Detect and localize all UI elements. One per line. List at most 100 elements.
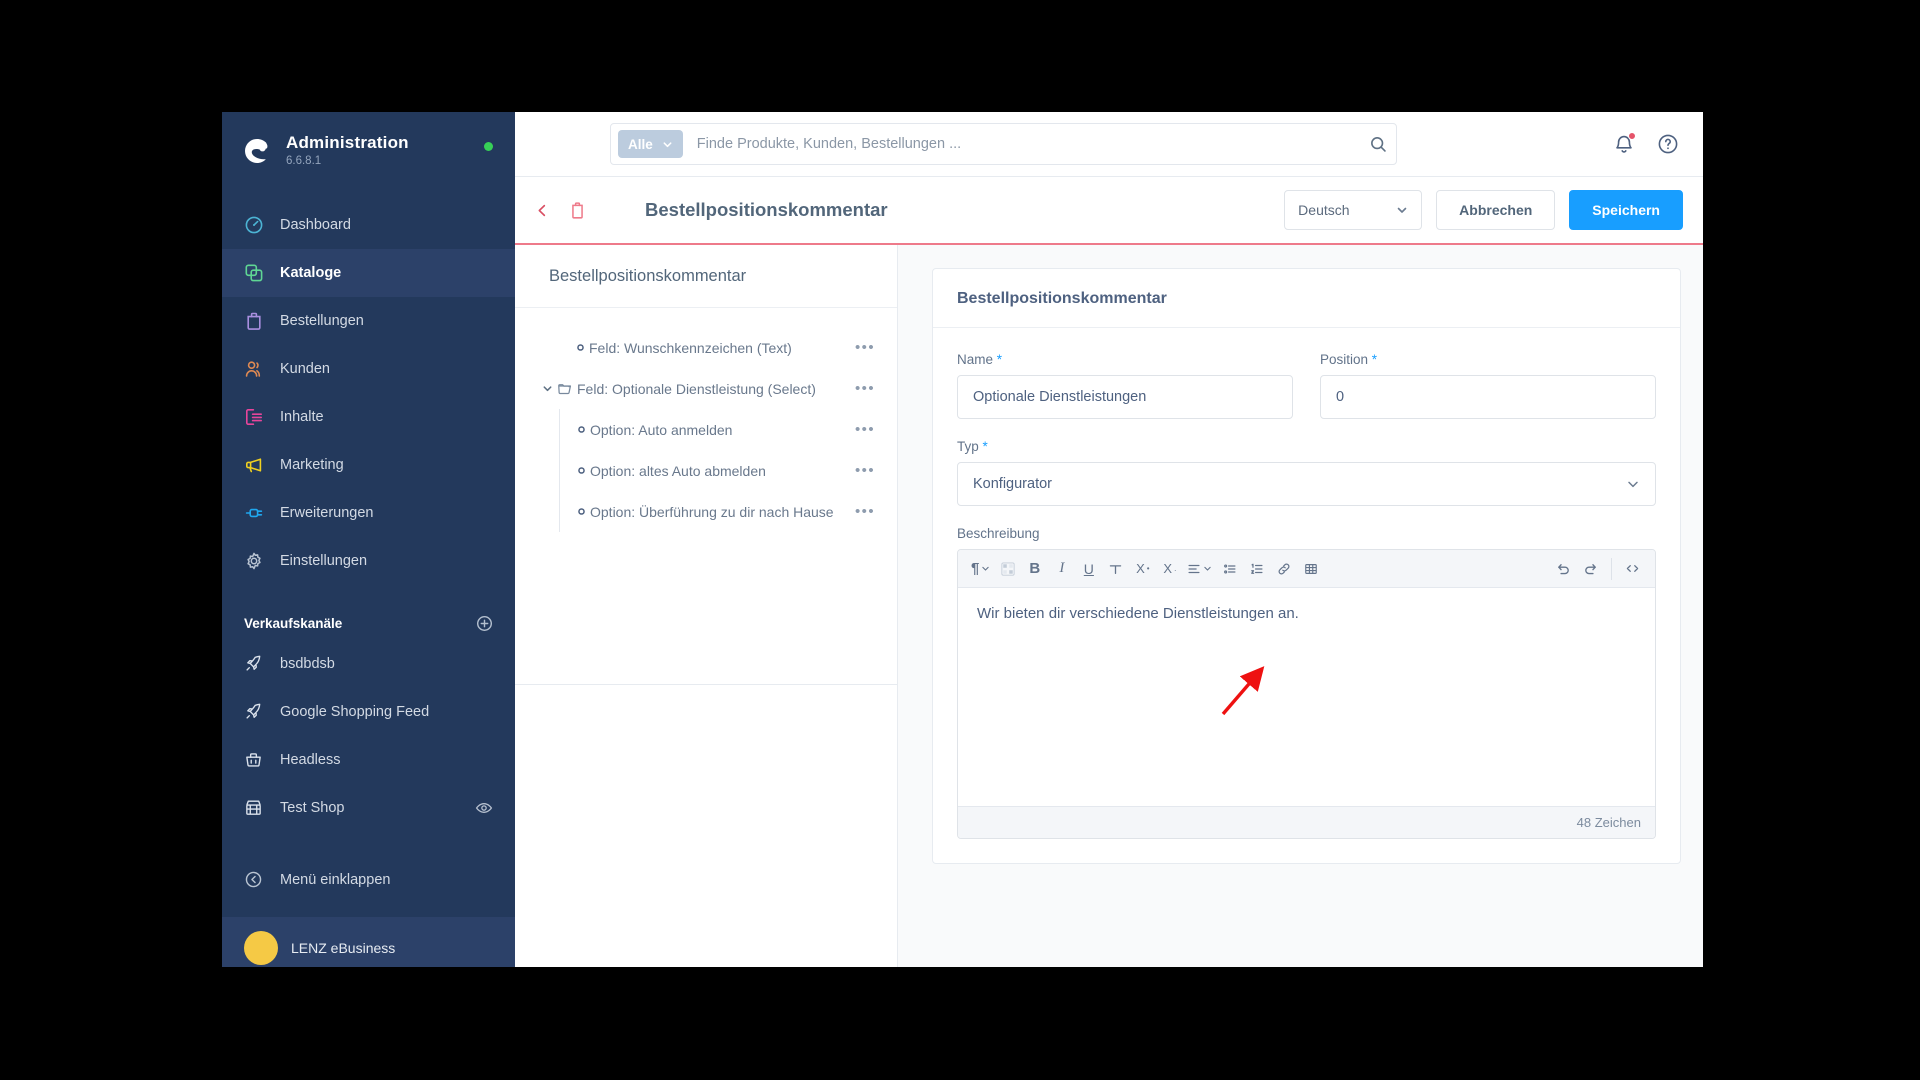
main-content: Alle Finde Produkte, Kunden, Bestellunge… [515, 112, 1703, 967]
search-scope-label: Alle [628, 136, 653, 152]
sidebar-user-profile[interactable]: LENZ eBusiness [222, 917, 515, 967]
chevron-down-icon[interactable] [539, 383, 555, 394]
chevron-down-icon [1397, 207, 1407, 213]
tree-item-context-menu[interactable]: ••• [839, 503, 875, 520]
subscript-icon[interactable]: X. [1157, 555, 1182, 582]
tree-panel: Bestellpositionskommentar Feld: Wunschke… [515, 245, 898, 967]
position-field-group: Position * [1320, 352, 1656, 419]
sidebar-item-dashboard[interactable]: Dashboard [222, 201, 515, 249]
numbered-list-icon[interactable] [1244, 555, 1269, 582]
search-input[interactable] [682, 136, 1369, 152]
sidebar-item-label: Dashboard [280, 217, 351, 234]
save-button[interactable]: Speichern [1569, 190, 1683, 230]
card-body: Name * Position * [933, 328, 1680, 863]
name-field-group: Name * [957, 352, 1293, 419]
global-search[interactable]: Alle [610, 123, 1397, 165]
tree-item-feld-wunschkennzeichen[interactable]: Feld: Wunschkennzeichen (Text) ••• [515, 327, 897, 368]
cancel-button[interactable]: Abbrechen [1436, 190, 1556, 230]
orders-icon [244, 311, 264, 331]
chevron-down-icon [1628, 481, 1638, 488]
required-marker: * [982, 439, 988, 454]
shopware-logo-icon [242, 136, 272, 166]
search-scope-dropdown[interactable]: Alle [618, 130, 683, 158]
sidebar-item-erweiterungen[interactable]: Erweiterungen [222, 489, 515, 537]
tree-item-context-menu[interactable]: ••• [839, 380, 875, 397]
tree-item-label: Feld: Optionale Dienstleistung (Select) [577, 380, 816, 397]
italic-icon[interactable]: I [1049, 555, 1074, 582]
sidebar-item-test-shop[interactable]: Test Shop [222, 784, 515, 832]
chevron-down-icon [982, 566, 990, 571]
brand-version: 6.6.8.1 [286, 154, 322, 167]
node-bullet-icon [571, 343, 589, 352]
name-label: Name * [957, 352, 1293, 367]
sidebar-item-einstellungen[interactable]: Einstellungen [222, 537, 515, 585]
sidebar-item-kataloge[interactable]: Kataloge [222, 249, 515, 298]
tree-item-label: Option: Auto anmelden [590, 421, 733, 438]
help-icon[interactable] [1657, 133, 1679, 155]
link-icon[interactable] [1271, 555, 1296, 582]
position-input[interactable] [1320, 375, 1656, 419]
tree-item-feld-optionale-dienstleistung[interactable]: Feld: Optionale Dienstleistung (Select) … [515, 368, 897, 409]
text-color-icon[interactable] [995, 555, 1020, 582]
table-icon[interactable] [1298, 555, 1323, 582]
superscript-icon[interactable]: X • [1130, 555, 1155, 582]
paragraph-style-dropdown[interactable]: ¶ [968, 555, 993, 582]
sidebar-item-label: Kataloge [280, 265, 342, 282]
sidebar-item-label: Menü einklappen [280, 872, 391, 889]
sidebar-item-inhalte[interactable]: Inhalte [222, 393, 515, 441]
bold-icon[interactable]: B [1022, 555, 1047, 582]
undo-icon[interactable] [1551, 555, 1576, 582]
marketing-icon [244, 455, 264, 475]
status-dot [484, 142, 493, 151]
tree-item-context-menu[interactable]: ••• [839, 421, 875, 438]
sidebar-item-headless[interactable]: Headless [222, 736, 515, 784]
language-select[interactable]: Deutsch [1284, 190, 1423, 230]
character-count: 48 Zeichen [958, 806, 1655, 838]
app-window: Administration 6.6.8.1 Dashboard Katalog… [222, 112, 1703, 967]
add-sales-channel-icon[interactable] [476, 615, 493, 632]
sidebar-item-bsdbdsb[interactable]: bsdbdsb [222, 640, 515, 688]
sidebar-item-label: bsdbdsb [280, 656, 335, 673]
sidebar-item-kunden[interactable]: Kunden [222, 345, 515, 393]
sidebar-item-marketing[interactable]: Marketing [222, 441, 515, 489]
dashboard-icon [244, 215, 264, 235]
editor-content[interactable]: Wir bieten dir verschiedene Dienstleistu… [958, 588, 1655, 806]
strikethrough-icon[interactable] [1103, 555, 1128, 582]
redo-icon[interactable] [1578, 555, 1603, 582]
clipboard-icon[interactable] [568, 201, 587, 220]
node-bullet-icon [572, 425, 590, 434]
underline-icon[interactable]: U [1076, 555, 1101, 582]
name-input[interactable] [957, 375, 1293, 419]
search-icon[interactable] [1369, 135, 1388, 154]
user-name: LENZ eBusiness [291, 940, 396, 956]
sidebar-item-bestellungen[interactable]: Bestellungen [222, 297, 515, 345]
preview-eye-icon[interactable] [475, 799, 493, 817]
editor-toolbar-right [1551, 555, 1645, 582]
tree-item-option-ueberfuehrung[interactable]: Option: Überführung zu dir nach Hause ••… [560, 491, 897, 532]
sidebar-item-google-shopping-feed[interactable]: Google Shopping Feed [222, 688, 515, 736]
tree-header: Bestellpositionskommentar [515, 245, 897, 308]
bell-icon[interactable] [1613, 132, 1636, 155]
sidebar-item-collapse-menu[interactable]: Menü einklappen [222, 856, 515, 904]
sidebar-item-label: Inhalte [280, 409, 324, 426]
tree-item-context-menu[interactable]: ••• [839, 339, 875, 356]
bullet-list-icon[interactable] [1217, 555, 1242, 582]
sales-channels-title: Verkaufskanäle [244, 616, 343, 632]
tree-item-option-auto-anmelden[interactable]: Option: Auto anmelden ••• [560, 409, 897, 450]
tree-item-option-altes-auto-abmelden[interactable]: Option: altes Auto abmelden ••• [560, 450, 897, 491]
sidebar-item-label: Kunden [280, 361, 330, 378]
tree-item-context-menu[interactable]: ••• [839, 462, 875, 479]
sidebar-item-label: Erweiterungen [280, 505, 374, 522]
name-label-text: Name [957, 352, 994, 367]
brand-header[interactable]: Administration 6.6.8.1 [222, 112, 515, 187]
chevron-down-icon [663, 141, 672, 147]
content-icon [244, 407, 264, 427]
top-bar: Alle [515, 112, 1703, 177]
align-dropdown-icon[interactable] [1184, 555, 1215, 582]
source-code-icon[interactable] [1620, 555, 1645, 582]
type-select[interactable]: Konfigurator [957, 462, 1656, 506]
position-label-text: Position [1320, 352, 1369, 367]
page-header-actions: Deutsch Abbrechen Speichern [1284, 190, 1683, 230]
catalog-icon [244, 263, 264, 283]
back-icon[interactable] [535, 203, 550, 218]
